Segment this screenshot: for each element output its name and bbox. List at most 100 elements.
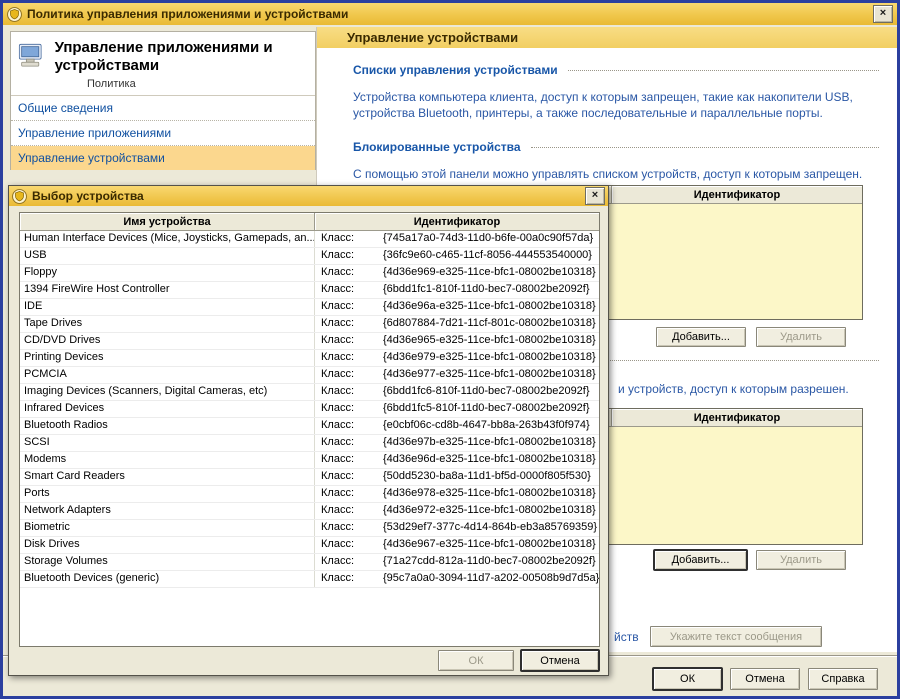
dotted-rule [567, 69, 879, 71]
message-text-button: Укажите текст сообщения [650, 626, 822, 647]
device-row[interactable]: Storage Volumes Класс: {71a27cdd-812a-11d0… [20, 554, 599, 571]
sidebar-item-label: Управление приложениями [18, 126, 172, 140]
allowed-add-button[interactable]: Добавить... [654, 550, 747, 570]
device-name-cell: Smart Card Readers [20, 469, 315, 485]
section-title: Блокированные устройства [353, 140, 521, 154]
section-blocked-devices: Блокированные устройства [353, 140, 879, 154]
device-id-cell: Класс: {4d36e978-e325-11ce-bfc1-08002be10… [321, 487, 596, 499]
device-name-cell: Imaging Devices (Scanners, Digital Camer… [20, 384, 315, 400]
device-row[interactable]: PCMCIA Класс: {4d36e977-e325-11ce-bfc1-080… [20, 367, 599, 384]
device-id-cell: Класс: {4d36e965-e325-11ce-bfc1-08002be10… [321, 334, 596, 346]
device-row[interactable]: Imaging Devices (Scanners, Digital Camer… [20, 384, 599, 401]
section-blocked-devices-text: С помощью этой панели можно управлять сп… [353, 167, 863, 181]
device-row[interactable]: Human Interface Devices (Mice, Joysticks… [20, 231, 599, 248]
sidebar-links: Общие сведения Управление приложениями У… [11, 95, 315, 170]
device-row[interactable]: 1394 FireWire Host Controller Класс: {6bdd… [20, 282, 599, 299]
device-id-column-header[interactable]: Идентификатор [315, 213, 599, 230]
sidebar-item-label: Общие сведения [18, 101, 113, 115]
device-id-cell: Класс: {36fc9e60-c465-11cf-8056-444553540… [321, 249, 592, 261]
allowed-devices-intro-fragment: и устройств, доступ к которым разрешен. [618, 382, 849, 396]
device-id-cell: Класс: {6bdd1fc1-810f-11d0-bec7-08002be20… [321, 283, 590, 295]
allowed-remove-button: Удалить [756, 550, 846, 570]
device-id-cell: Класс: {745a17a0-74d3-11d0-b6fe-00a0c90f5… [321, 232, 594, 244]
device-id-cell: Класс: {4d36e977-e325-11ce-bfc1-08002be10… [321, 368, 596, 380]
device-row[interactable]: Floppy Класс: {4d36e969-e325-11ce-bfc1-080… [20, 265, 599, 282]
device-picker-title: Выбор устройства [32, 189, 144, 203]
close-icon[interactable]: × [585, 187, 605, 205]
sidebar-item-general[interactable]: Общие сведения [11, 96, 315, 121]
main-titlebar: Политика управления приложениями и устро… [3, 3, 897, 25]
blocked-add-button[interactable]: Добавить... [656, 327, 746, 347]
device-id-cell: Класс: {4d36e969-e325-11ce-bfc1-08002be10… [321, 266, 596, 278]
help-button[interactable]: Справка [808, 668, 878, 690]
blocked-id-column-header[interactable]: Идентификатор [612, 186, 862, 203]
device-id-cell: Класс: {4d36e96d-e325-11ce-bfc1-08002be10… [321, 453, 596, 465]
device-row[interactable]: Printing Devices Класс: {4d36e979-e325-11c… [20, 350, 599, 367]
sidebar-item-application-control[interactable]: Управление приложениями [11, 121, 315, 146]
device-row[interactable]: Bluetooth Devices (generic) Класс: {95c7a0… [20, 571, 599, 588]
device-row[interactable]: Ports Класс: {4d36e978-e325-11ce-bfc1-0800… [20, 486, 599, 503]
device-picker-cancel-button[interactable]: Отмена [521, 650, 599, 671]
device-row[interactable]: Disk Drives Класс: {4d36e967-e325-11ce-bfc… [20, 537, 599, 554]
device-picker-titlebar: Выбор устройства × [9, 186, 608, 206]
device-id-cell: Класс: {4d36e96a-e325-11ce-bfc1-08002be10… [321, 300, 596, 312]
device-name-cell: Bluetooth Radios [20, 418, 315, 434]
close-icon[interactable]: × [873, 5, 893, 23]
device-row[interactable]: Smart Card Readers Класс: {50dd5230-ba8a-1… [20, 469, 599, 486]
device-id-cell: Класс: {4d36e972-e325-11ce-bfc1-08002be10… [321, 504, 596, 516]
device-row[interactable]: Tape Drives Класс: {6d807884-7d21-11cf-801… [20, 316, 599, 333]
device-row[interactable]: Biometric Класс: {53d29ef7-377c-4d14-864b-… [20, 520, 599, 537]
device-row[interactable]: USB Класс: {36fc9e60-c465-11cf-8056-444553… [20, 248, 599, 265]
device-row[interactable]: SCSI Класс: {4d36e97b-e325-11ce-bfc1-08002… [20, 435, 599, 452]
device-name-cell: Printing Devices [20, 350, 315, 366]
device-name-cell: Ports [20, 486, 315, 502]
notify-label-fragment: йств [614, 630, 639, 644]
policy-sidebar: Управление приложениями и устройствами П… [10, 31, 316, 170]
device-name-cell: Modems [20, 452, 315, 468]
device-picker-dialog: Выбор устройства × Имя устройства Иденти… [8, 185, 609, 676]
sidebar-item-label: Управление устройствами [18, 151, 165, 165]
device-picker-ok-button: ОК [438, 650, 514, 671]
allowed-id-column-header[interactable]: Идентификатор [612, 409, 862, 426]
device-name-cell: Network Adapters [20, 503, 315, 519]
device-table[interactable]: Имя устройства Идентификатор Human Inter… [19, 212, 600, 647]
device-name-column-header[interactable]: Имя устройства [20, 213, 315, 230]
device-name-cell: Biometric [20, 520, 315, 536]
device-name-cell: SCSI [20, 435, 315, 451]
device-id-cell: Класс: {71a27cdd-812a-11d0-bec7-08002be20… [321, 555, 596, 567]
device-name-cell: IDE [20, 299, 315, 315]
device-id-cell: Класс: {4d36e97b-e325-11ce-bfc1-08002be10… [321, 436, 596, 448]
device-id-cell: Класс: {6bdd1fc5-810f-11d0-bec7-08002be20… [321, 402, 590, 414]
sidebar-subtitle: Политика [87, 78, 136, 90]
device-name-cell: Infrared Devices [20, 401, 315, 417]
dotted-rule [530, 146, 879, 148]
computer-icon [18, 43, 42, 67]
section-device-lists-text: Устройства компьютера клиента, доступ к … [353, 90, 853, 120]
device-row[interactable]: Modems Класс: {4d36e96d-e325-11ce-bfc1-080… [20, 452, 599, 469]
device-name-cell: Tape Drives [20, 316, 315, 332]
device-row[interactable]: IDE Класс: {4d36e96a-e325-11ce-bfc1-08002b… [20, 299, 599, 316]
device-id-cell: Класс: {6d807884-7d21-11cf-801c-08002be10… [321, 317, 596, 329]
device-row[interactable]: Bluetooth Radios Класс: {e0cbf06c-cd8b-464… [20, 418, 599, 435]
device-name-cell: Storage Volumes [20, 554, 315, 570]
device-id-cell: Класс: {4d36e979-e325-11ce-bfc1-08002be10… [321, 351, 596, 363]
blocked-remove-button: Удалить [756, 327, 846, 347]
sidebar-header: Управление приложениями и устройствами [11, 32, 315, 77]
window-title: Политика управления приложениями и устро… [27, 7, 349, 21]
device-row[interactable]: CD/DVD Drives Класс: {4d36e965-e325-11ce-b… [20, 333, 599, 350]
device-row[interactable]: Infrared Devices Класс: {6bdd1fc5-810f-11d… [20, 401, 599, 418]
device-row[interactable]: Network Adapters Класс: {4d36e972-e325-11c… [20, 503, 599, 520]
device-table-rows: Human Interface Devices (Mice, Joysticks… [20, 231, 599, 588]
cancel-button[interactable]: Отмена [730, 668, 800, 690]
content-header: Управление устройствами [317, 27, 897, 48]
section-title: Списки управления устройствами [353, 63, 558, 77]
device-id-cell: Класс: {e0cbf06c-cd8b-4647-bb8a-263b43f0f… [321, 419, 590, 431]
device-name-cell: 1394 FireWire Host Controller [20, 282, 315, 298]
device-name-cell: Human Interface Devices (Mice, Joysticks… [20, 231, 315, 247]
sidebar-item-device-control[interactable]: Управление устройствами [11, 146, 315, 170]
device-id-cell: Класс: {4d36e967-e325-11ce-bfc1-08002be10… [321, 538, 596, 550]
app-shield-icon [7, 6, 22, 22]
device-name-cell: PCMCIA [20, 367, 315, 383]
device-id-cell: Класс: {95c7a0a0-3094-11d7-a202-00508b9d7… [321, 572, 599, 584]
ok-button[interactable]: ОК [653, 668, 722, 690]
